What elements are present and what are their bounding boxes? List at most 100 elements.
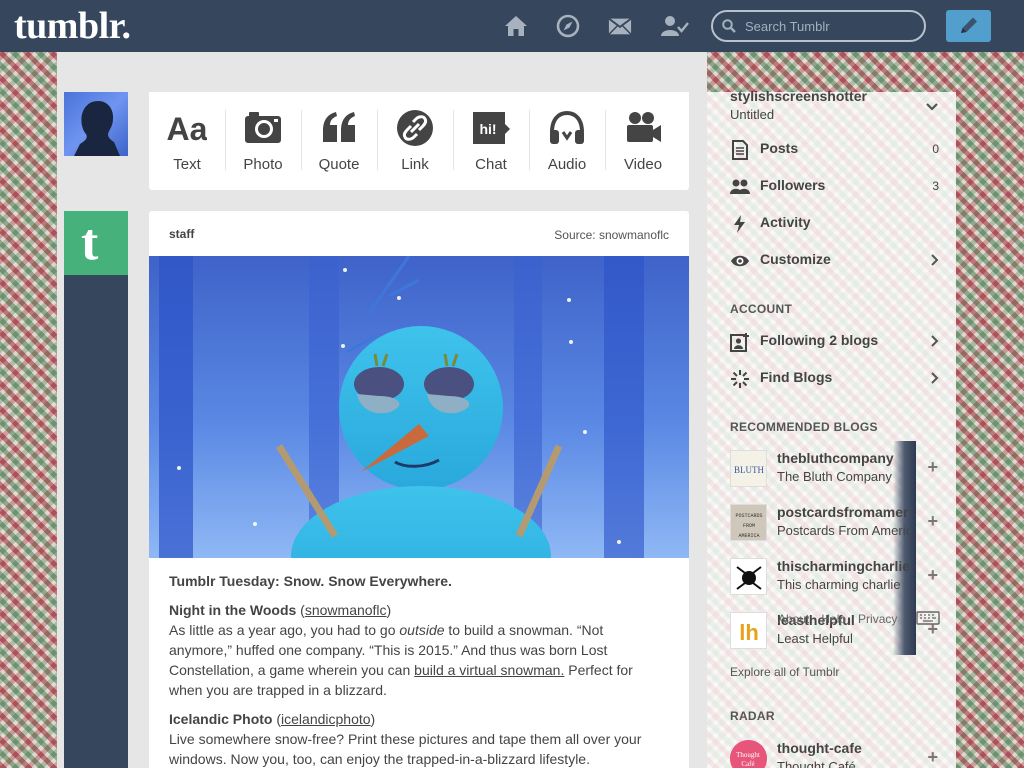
followers-icon [730, 179, 750, 194]
tumblr-logo[interactable]: tumblr. [14, 4, 131, 48]
follow-plus-icon[interactable]: + [927, 566, 938, 584]
post-type-audio[interactable]: Audio [529, 92, 605, 190]
chevron-right-icon [931, 335, 939, 347]
post-source[interactable]: Source: snowmanoflc [554, 228, 669, 242]
post-type-text[interactable]: Aa Text [149, 92, 225, 190]
paren: ( [296, 602, 305, 618]
post-type-chat[interactable]: hi! Chat [453, 92, 529, 190]
paren: ) [386, 602, 392, 618]
post-paragraph: Live somewhere snow-free? Print these pi… [169, 731, 642, 767]
sidebar-item-posts[interactable]: Posts 0 [730, 138, 942, 162]
recommended-blog[interactable]: BLUTH thebluthcompany The Bluth Company … [730, 448, 940, 488]
blog-name: thebluthcompany [777, 450, 894, 466]
svg-text:Café: Café [741, 760, 754, 768]
footer-link-about[interactable]: About [778, 612, 809, 626]
radar-heading: RADAR [730, 709, 775, 723]
following-icon [730, 333, 749, 352]
post-type-link[interactable]: Link [377, 92, 453, 190]
post-type-label: Text [173, 156, 201, 173]
sidebar-item-following[interactable]: Following 2 blogs [730, 330, 942, 354]
post-type-bar: Aa Text Photo Quote Link hi! Chat Audio … [149, 92, 689, 190]
find-blogs-icon [731, 370, 749, 388]
sidebar-item-label: Following 2 blogs [760, 332, 879, 348]
inline-link[interactable]: build a virtual snowman. [414, 662, 564, 678]
blog-name: thought-cafe [777, 740, 862, 756]
sidebar-item-activity[interactable]: Activity [730, 212, 942, 236]
blog-avatar: Thought Café [730, 740, 767, 768]
user-avatar[interactable] [64, 92, 128, 156]
top-navigation-bar: tumblr. [0, 0, 1024, 52]
post-type-label: Photo [243, 156, 283, 173]
inbox-icon[interactable] [608, 14, 632, 38]
blog-name[interactable]: stylishscreenshotter [730, 88, 867, 104]
svg-text:Thought: Thought [736, 751, 760, 759]
post-body: Tumblr Tuesday: Snow. Snow Everywhere. N… [169, 571, 669, 768]
svg-text:lh: lh [739, 620, 759, 645]
post-type-label: Link [401, 156, 429, 173]
keyboard-icon[interactable] [916, 611, 940, 625]
emphasis: outside [399, 622, 445, 638]
post-type-quote[interactable]: Quote [301, 92, 377, 190]
blog-title: This charming charlie [777, 577, 901, 592]
sidebar-item-followers[interactable]: Followers 3 [730, 175, 942, 199]
post-type-video[interactable]: Video [605, 92, 681, 190]
account-icon[interactable] [661, 14, 689, 38]
sidebar-item-find-blogs[interactable]: Find Blogs [730, 367, 942, 391]
snowman-image[interactable] [149, 256, 689, 558]
sidebar-item-label: Customize [760, 251, 831, 267]
text-icon: Aa [167, 111, 207, 147]
staff-avatar-rail [64, 211, 128, 768]
chevron-down-icon[interactable] [925, 100, 939, 114]
sidebar-item-customize[interactable]: Customize [730, 249, 942, 273]
post-type-label: Audio [547, 156, 587, 173]
recommended-blog[interactable]: thischarmingcharlie This charming charli… [730, 556, 940, 596]
home-icon[interactable] [504, 14, 528, 38]
post-author[interactable]: staff [169, 227, 194, 241]
blog-title: The Bluth Company [777, 469, 892, 484]
footer-link-help[interactable]: Help [821, 612, 846, 626]
account-heading: ACCOUNT [730, 302, 793, 316]
paren: ) [370, 711, 376, 727]
post-type-label: Video [623, 156, 663, 173]
sidebar-item-label: Find Blogs [760, 369, 833, 385]
explore-link[interactable]: Explore all of Tumblr [730, 665, 839, 679]
blog-name: thischarmingcharlie [777, 558, 909, 574]
svg-text:AMERICA: AMERICA [738, 533, 759, 539]
staff-avatar[interactable]: t [64, 211, 128, 275]
blog-title: Untitled [730, 107, 775, 122]
svg-text:POSTCARDS: POSTCARDS [735, 513, 762, 519]
compose-button[interactable] [946, 10, 991, 42]
sidebar-item-label: Activity [760, 214, 811, 230]
post-type-photo[interactable]: Photo [225, 92, 301, 190]
section-link[interactable]: icelandicphoto [281, 711, 371, 727]
quote-icon [323, 112, 355, 142]
follow-plus-icon[interactable]: + [927, 512, 938, 530]
blog-title: Postcards From America [777, 523, 909, 538]
text-run: As little as a year ago, you had to go [169, 622, 400, 638]
eye-icon [731, 255, 749, 267]
explore-icon[interactable] [556, 14, 580, 38]
blog-title: Thought Café [777, 759, 856, 768]
blog-avatar: lh [730, 612, 767, 649]
follow-plus-icon[interactable]: + [927, 458, 938, 476]
chevron-right-icon [931, 372, 939, 384]
search-icon [722, 19, 736, 33]
search-box[interactable] [711, 10, 926, 42]
activity-icon [734, 215, 745, 233]
section-link[interactable]: snowmanoflc [305, 602, 387, 618]
post-title: Tumblr Tuesday: Snow. Snow Everywhere. [169, 573, 452, 589]
chevron-right-icon [931, 254, 939, 266]
recommended-blog[interactable]: POSTCARDS FROM AMERICA postcardsfromameric… [730, 502, 940, 542]
blog-avatar: BLUTH [730, 450, 767, 487]
follow-plus-icon[interactable]: + [927, 748, 938, 766]
search-input[interactable] [745, 17, 915, 35]
footer-link-privacy[interactable]: Privacy [858, 612, 897, 626]
radar-blog[interactable]: Thought Café thought-cafe Thought Café + [730, 738, 940, 768]
dashboard-post: staff Source: snowmanoflc Tumblr Tuesday… [149, 211, 689, 768]
paren: ( [272, 711, 282, 727]
camera-icon [245, 112, 281, 143]
footer-links: About Help Privacy [778, 612, 909, 626]
svg-text:BLUTH: BLUTH [734, 465, 764, 475]
blog-title: Least Helpful [777, 631, 853, 646]
post-type-label: Quote [318, 156, 360, 173]
